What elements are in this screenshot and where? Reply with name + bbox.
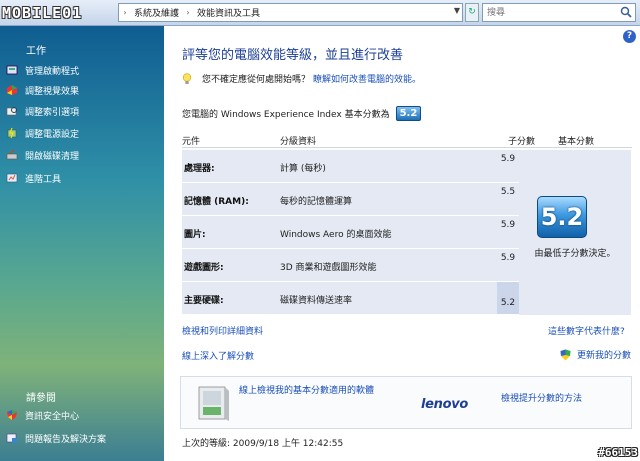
table-row: 遊戲圖形: 3D 商業和遊戲圖形效能	[182, 249, 497, 282]
sidebar-item-label: 開啟磁碟清理	[25, 151, 80, 162]
component-desc: 磁碟資料傳送速率	[280, 296, 353, 306]
component-name: 遊戲圖形:	[184, 263, 224, 273]
chevron-right-icon[interactable]: ›	[182, 8, 194, 17]
search-input[interactable]	[483, 4, 613, 21]
search-icon[interactable]	[620, 6, 632, 18]
software-promo-panel: 線上檢視我的基本分數適用的軟體 lenovo 檢視提升分數的方法	[180, 376, 632, 429]
last-rated-timestamp: 上次的等級: 2009/9/18 上午 12:42:55	[182, 439, 344, 449]
problem-reports-icon	[6, 433, 17, 443]
table-row: 記憶體 (RAM): 每秒的記憶體運算	[182, 183, 497, 216]
tasks-heading: 工作	[26, 46, 46, 57]
component-desc: 每秒的記憶體運算	[280, 197, 353, 207]
improve-performance-link[interactable]: 瞭解如何改善電腦的效能。	[313, 72, 421, 85]
help-icon[interactable]: ?	[623, 30, 636, 43]
component-desc: 計算 (每秒)	[280, 164, 326, 174]
base-score-badge: 5.2	[537, 196, 587, 238]
sidebar-item-problem-reports[interactable]: 問題報告及解決方案	[6, 431, 106, 445]
main-panel: ? 評等您的電腦效能等級，並且進行改善 您不確定應從何處開始嗎？ 瞭解如何改善電…	[164, 26, 640, 461]
base-score-note: 由最低子分數決定。	[534, 249, 616, 259]
startup-icon	[6, 65, 18, 75]
lightbulb-icon	[182, 72, 192, 84]
table-row: 圖片: Windows Aero 的桌面效能	[182, 216, 497, 249]
sidebar-item-label: 管理啟動程式	[25, 66, 80, 77]
learn-more-online-link[interactable]: 線上深入了解分數	[182, 349, 254, 362]
disk-cleanup-icon	[6, 149, 18, 160]
sidebar-item-disk-cleanup[interactable]: 開啟磁碟清理	[6, 148, 79, 162]
subscore-cell-lowest: 5.2	[497, 282, 519, 315]
table-header: 元件 分級資料 子分數 基本分數	[182, 132, 632, 148]
subscore-cell: 5.9	[497, 216, 519, 249]
chevron-right-icon[interactable]: ›	[119, 8, 131, 17]
col-header-component: 元件	[182, 137, 201, 147]
subscore-value: 5.9	[500, 220, 516, 230]
subscore-value: 5.9	[500, 154, 516, 164]
what-numbers-mean-link[interactable]: 這些數字代表什麼?	[548, 324, 625, 337]
page-title: 評等您的電腦效能等級，並且進行改善	[182, 48, 404, 63]
advanced-tools-icon	[6, 173, 18, 183]
visual-effects-icon	[7, 85, 17, 95]
chevron-down-icon[interactable]: ▼	[454, 6, 460, 15]
see-also-heading: 請參閱	[26, 393, 56, 404]
wei-summary: 您電腦的 Windows Experience Index 基本分數為 5.2	[182, 106, 422, 121]
table-row: 處理器: 計算 (每秒)	[182, 150, 497, 183]
subscore-value: 5.9	[500, 253, 516, 263]
sidebar-item-label: 調整索引選項	[25, 107, 80, 118]
lenovo-logo: lenovo	[421, 397, 469, 412]
component-name: 記憶體 (RAM):	[184, 197, 249, 207]
security-shield-icon	[7, 410, 17, 420]
subscore-cell: 5.9	[497, 249, 519, 282]
component-name: 處理器:	[184, 164, 215, 174]
uac-shield-icon	[560, 349, 571, 360]
subscore-value: 5.5	[500, 187, 516, 197]
view-print-details-link[interactable]: 檢視和列印詳細資料	[182, 324, 263, 337]
search-box[interactable]	[482, 3, 636, 22]
address-bar[interactable]: › 系統及維護 › 效能資訊及工具 ▼	[118, 3, 463, 22]
sidebar-item-indexing[interactable]: 調整索引選項	[6, 104, 79, 118]
wei-label: 您電腦的 Windows Experience Index 基本分數為	[182, 110, 390, 120]
refresh-icon[interactable]: ↻	[465, 3, 479, 22]
sidebar-item-label: 調整電源設定	[25, 129, 80, 140]
software-box-icon	[198, 386, 229, 421]
component-desc: 3D 商業和遊戲圖形效能	[280, 263, 377, 273]
subscore-value: 5.2	[500, 298, 516, 308]
tip-text: 您不確定應從何處開始嗎？	[202, 75, 311, 85]
sidebar-item-advanced-tools[interactable]: 進階工具	[6, 171, 61, 185]
site-logo: MOBILE01	[2, 4, 83, 22]
sidebar-item-security-center[interactable]: 資訊安全中心	[6, 408, 79, 422]
update-score-button[interactable]: 更新我的分數	[560, 348, 631, 361]
sidebar-item-startup[interactable]: 管理啟動程式	[6, 63, 79, 77]
subscore-cell: 5.5	[497, 183, 519, 216]
watermark: #66153	[598, 446, 638, 459]
subscore-cell: 5.9	[497, 150, 519, 183]
col-header-subscore: 子分數	[508, 137, 536, 147]
component-desc: Windows Aero 的桌面效能	[280, 230, 392, 240]
sidebar-item-visual-effects[interactable]: 調整視覺效果	[6, 83, 79, 97]
col-header-basescore: 基本分數	[558, 137, 595, 147]
tip-row: 您不確定應從何處開始嗎？ 瞭解如何改善電腦的效能。	[182, 72, 421, 85]
breadcrumb-system-maintenance[interactable]: 系統及維護	[131, 6, 182, 19]
index-icon	[6, 107, 17, 116]
sidebar-item-label: 進階工具	[25, 174, 62, 185]
component-name: 圖片:	[184, 230, 206, 240]
update-score-label: 更新我的分數	[576, 351, 631, 361]
sidebar: 工作 管理啟動程式 調整視覺效果 調整索引選項 調整電源設定 開啟磁碟清理 進階…	[0, 26, 164, 461]
base-score-panel: 5.2 由最低子分數決定。	[519, 150, 631, 315]
power-icon	[7, 127, 17, 139]
wei-score-mini-badge: 5.2	[395, 106, 422, 121]
sidebar-item-label: 問題報告及解決方案	[25, 434, 107, 445]
component-name: 主要硬碟:	[184, 296, 224, 306]
breadcrumb-performance-tools[interactable]: 效能資訊及工具	[194, 6, 263, 19]
sidebar-item-label: 資訊安全中心	[25, 411, 80, 422]
software-online-link[interactable]: 線上檢視我的基本分數適用的軟體	[239, 383, 374, 396]
sidebar-item-power[interactable]: 調整電源設定	[6, 126, 79, 140]
sidebar-item-label: 調整視覺效果	[25, 86, 80, 97]
improve-score-link[interactable]: 檢視提升分數的方法	[501, 391, 582, 404]
table-row: 主要硬碟: 磁碟資料傳送速率	[182, 282, 497, 315]
address-bar-area: MOBILE01 › 系統及維護 › 效能資訊及工具 ▼ ↻	[0, 0, 640, 26]
col-header-rated: 分級資料	[280, 137, 317, 147]
